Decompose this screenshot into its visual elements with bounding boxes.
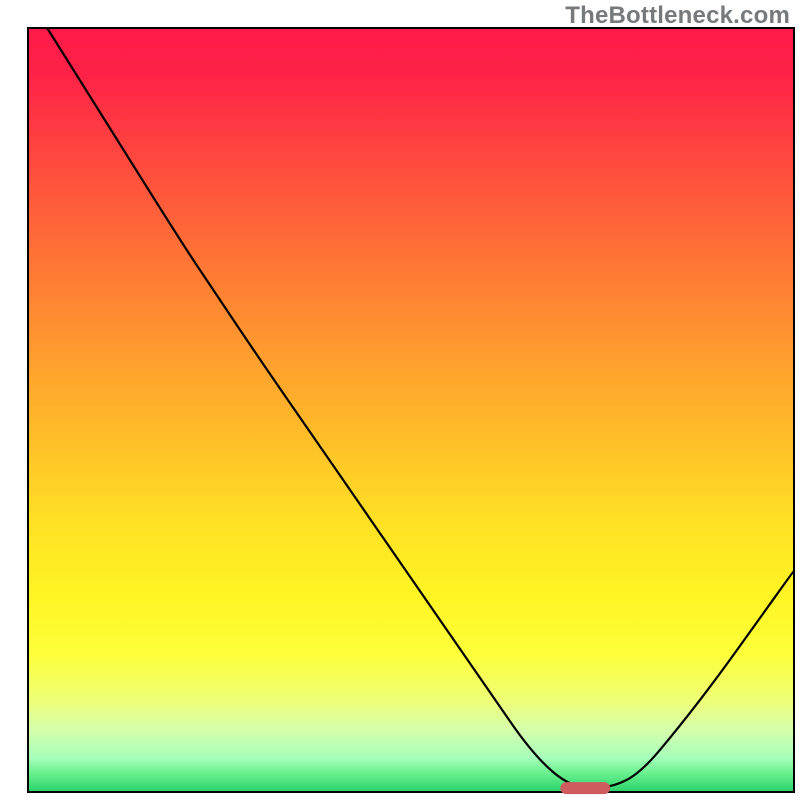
chart-container: TheBottleneck.com <box>0 0 800 800</box>
bottleneck-chart <box>0 0 800 800</box>
optimal-marker <box>560 782 610 794</box>
watermark-label: TheBottleneck.com <box>565 2 790 30</box>
plot-background <box>28 28 794 792</box>
